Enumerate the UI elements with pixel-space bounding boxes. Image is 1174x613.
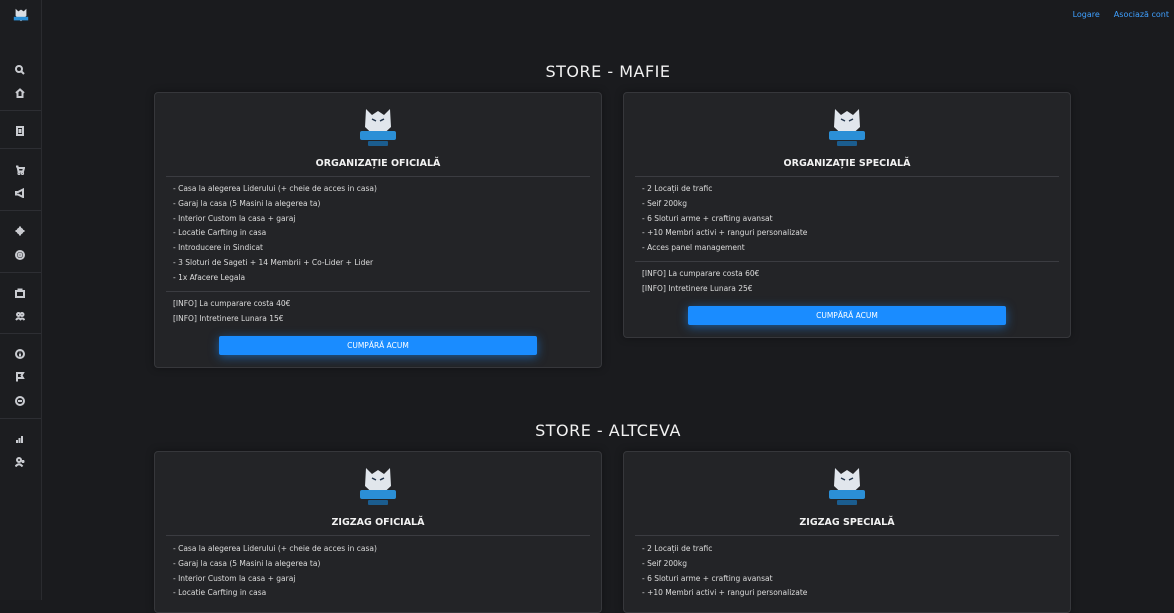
card-divider <box>166 291 590 292</box>
list-item: - Interior Custom la casa + garaj <box>173 573 296 583</box>
list-item: - Garaj la casa (5 Masini la alegerea ta… <box>173 198 321 208</box>
zworld-logo-icon <box>360 468 396 505</box>
product-card: ZIGZAG OFICIALĂ - Casa la alegerea Lider… <box>154 451 602 613</box>
sidebar-divider <box>0 210 41 211</box>
chat-icon[interactable] <box>12 393 28 409</box>
list-item: - Casa la alegerea Liderului (+ cheie de… <box>173 544 377 553</box>
flag-icon[interactable] <box>12 369 28 385</box>
megaphone-icon[interactable] <box>12 185 28 201</box>
card-divider <box>166 176 590 177</box>
target-icon[interactable] <box>12 247 28 263</box>
list-item: - 6 Sloturi arme + crafting avansat <box>642 213 773 223</box>
section-title: STORE - ALTCEVA <box>535 421 681 440</box>
document-icon[interactable] <box>12 123 28 139</box>
list-item: - Garaj la casa (5 Masini la alegerea ta… <box>173 558 321 568</box>
info-icon[interactable] <box>12 346 28 362</box>
list-item: - +10 Membri activi + ranguri personaliz… <box>642 228 808 238</box>
top-nav: Logare Asociază cont <box>1073 10 1169 19</box>
box-icon[interactable] <box>12 285 28 301</box>
card-title: ORGANIZAȚIE OFICIALĂ <box>315 158 441 169</box>
crosshair-icon[interactable] <box>12 223 28 239</box>
card-divider <box>635 535 1059 536</box>
list-item: - 2 Locații de trafic <box>642 184 713 193</box>
zworld-logo-icon <box>829 468 865 505</box>
feature-list: - Casa la alegerea Liderului (+ cheie de… <box>173 542 377 601</box>
list-item: - 1x Afacere Legala <box>173 272 246 282</box>
list-item: - 3 Sloturi de Sageti + 14 Membrii + Co-… <box>173 257 374 267</box>
maintenance-info: [INFO] Intretinere Lunara 25€ <box>642 284 753 293</box>
zworld-logo-icon <box>360 109 396 146</box>
feature-list: - 2 Locații de trafic - Seif 200kg - 6 S… <box>642 182 807 256</box>
price-info: [INFO] La cumparare costa 40€ <box>173 299 291 308</box>
product-card: ORGANIZAȚIE OFICIALĂ - Casa la alegerea … <box>154 92 602 368</box>
card-title: ZIGZAG SPECIALĂ <box>799 517 895 528</box>
list-item: - Interior Custom la casa + garaj <box>173 213 296 223</box>
user-add-icon[interactable] <box>12 454 28 470</box>
section-title: STORE - MAFIE <box>545 62 671 81</box>
list-item: - Seif 200kg <box>642 558 687 568</box>
list-item: - Locatie Carfting in casa <box>173 228 267 238</box>
login-link[interactable]: Logare <box>1073 10 1100 19</box>
sidebar-divider <box>0 333 41 334</box>
list-item: - Acces panel management <box>642 243 745 253</box>
buy-now-button[interactable]: CUMPĂRĂ ACUM <box>219 336 537 355</box>
sidebar-divider <box>0 272 41 273</box>
chart-icon[interactable] <box>12 431 28 447</box>
card-divider <box>166 535 590 536</box>
sidebar <box>0 0 42 600</box>
list-item: - Locatie Carfting in casa <box>173 588 267 598</box>
list-item: - 6 Sloturi arme + crafting avansat <box>642 573 773 583</box>
card-divider <box>635 261 1059 262</box>
card-divider <box>635 176 1059 177</box>
card-title: ZIGZAG OFICIALĂ <box>331 517 425 528</box>
product-card: ORGANIZAȚIE SPECIALĂ - 2 Locații de traf… <box>623 92 1071 338</box>
list-item: - Seif 200kg <box>642 198 687 208</box>
sidebar-divider <box>0 418 41 419</box>
product-card: ZIGZAG SPECIALĂ - 2 Locații de trafic - … <box>623 451 1071 613</box>
zworld-logo-icon[interactable] <box>12 6 30 24</box>
price-info: [INFO] La cumparare costa 60€ <box>642 269 760 278</box>
card-title: ORGANIZAȚIE SPECIALĂ <box>783 158 911 169</box>
link-account-link[interactable]: Asociază cont <box>1114 10 1169 19</box>
sidebar-divider <box>0 148 41 149</box>
feature-list: - 2 Locații de trafic - Seif 200kg - 6 S… <box>642 542 807 601</box>
home-icon[interactable] <box>12 85 28 101</box>
list-item: - Casa la alegerea Liderului (+ cheie de… <box>173 184 377 193</box>
cart-icon[interactable] <box>12 162 28 178</box>
zworld-logo-icon <box>829 109 865 146</box>
list-item: - Introducere in Sindicat <box>173 243 263 253</box>
buy-now-button[interactable]: CUMPĂRĂ ACUM <box>688 306 1006 325</box>
sidebar-divider <box>0 110 41 111</box>
list-item: - +10 Membri activi + ranguri personaliz… <box>642 588 808 598</box>
search-icon[interactable] <box>12 62 28 78</box>
feature-list: - Casa la alegerea Liderului (+ cheie de… <box>173 182 377 286</box>
maintenance-info: [INFO] Intretinere Lunara 15€ <box>173 314 284 323</box>
list-item: - 2 Locații de trafic <box>642 544 713 553</box>
users-icon[interactable] <box>12 308 28 324</box>
